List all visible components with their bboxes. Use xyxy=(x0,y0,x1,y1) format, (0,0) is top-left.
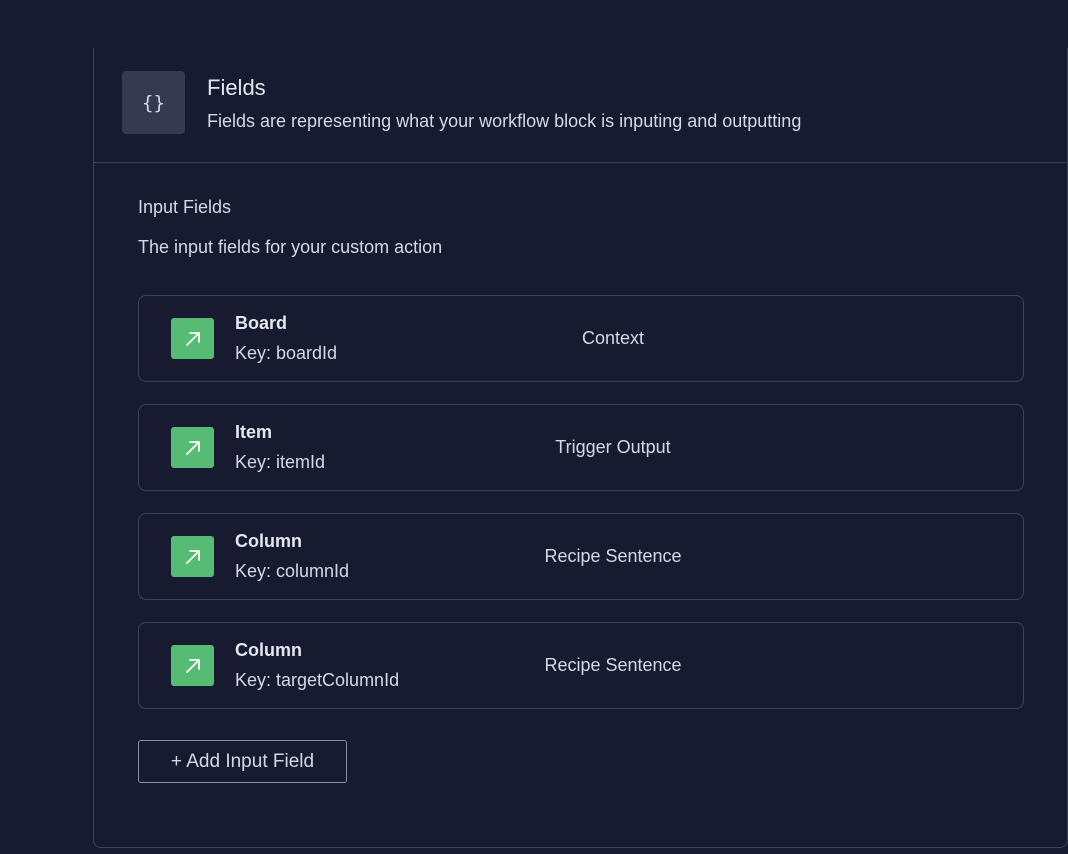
field-key: Key: targetColumnId xyxy=(235,670,400,690)
field-name: Column xyxy=(235,531,302,551)
arrow-up-right-icon xyxy=(171,645,214,686)
field-name: Board xyxy=(235,313,288,333)
arrow-up-right-icon xyxy=(171,318,214,359)
fields-panel: {} Fields Fields are representing what y… xyxy=(93,48,1068,848)
input-field-list: Board Key: boardId Context Item Key: ite… xyxy=(138,295,1024,731)
field-key: Key: itemId xyxy=(235,452,326,472)
input-fields-title: Input Fields xyxy=(138,197,232,217)
fields-panel-header: {} Fields Fields are representing what y… xyxy=(94,48,1067,163)
input-field-row[interactable]: Column Key: columnId Recipe Sentence xyxy=(138,513,1024,600)
input-field-row[interactable]: Item Key: itemId Trigger Output xyxy=(138,404,1024,491)
field-source: Recipe Sentence xyxy=(544,655,682,675)
panel-description: Fields are representing what your workfl… xyxy=(207,111,802,131)
field-key: Key: boardId xyxy=(235,343,338,363)
field-name: Item xyxy=(235,422,273,442)
input-field-row[interactable]: Board Key: boardId Context xyxy=(138,295,1024,382)
field-name: Column xyxy=(235,640,302,660)
add-input-field-button[interactable]: + Add Input Field xyxy=(138,740,347,783)
input-field-row[interactable]: Column Key: targetColumnId Recipe Senten… xyxy=(138,622,1024,709)
field-key: Key: columnId xyxy=(235,561,350,581)
panel-title: Fields xyxy=(207,75,266,100)
arrow-up-right-icon xyxy=(171,427,214,468)
curly-braces-icon: {} xyxy=(122,71,185,134)
input-fields-description: The input fields for your custom action xyxy=(138,237,443,257)
field-source: Trigger Output xyxy=(555,437,671,457)
field-source: Context xyxy=(581,328,645,348)
arrow-up-right-icon xyxy=(171,536,214,577)
field-source: Recipe Sentence xyxy=(544,546,682,566)
